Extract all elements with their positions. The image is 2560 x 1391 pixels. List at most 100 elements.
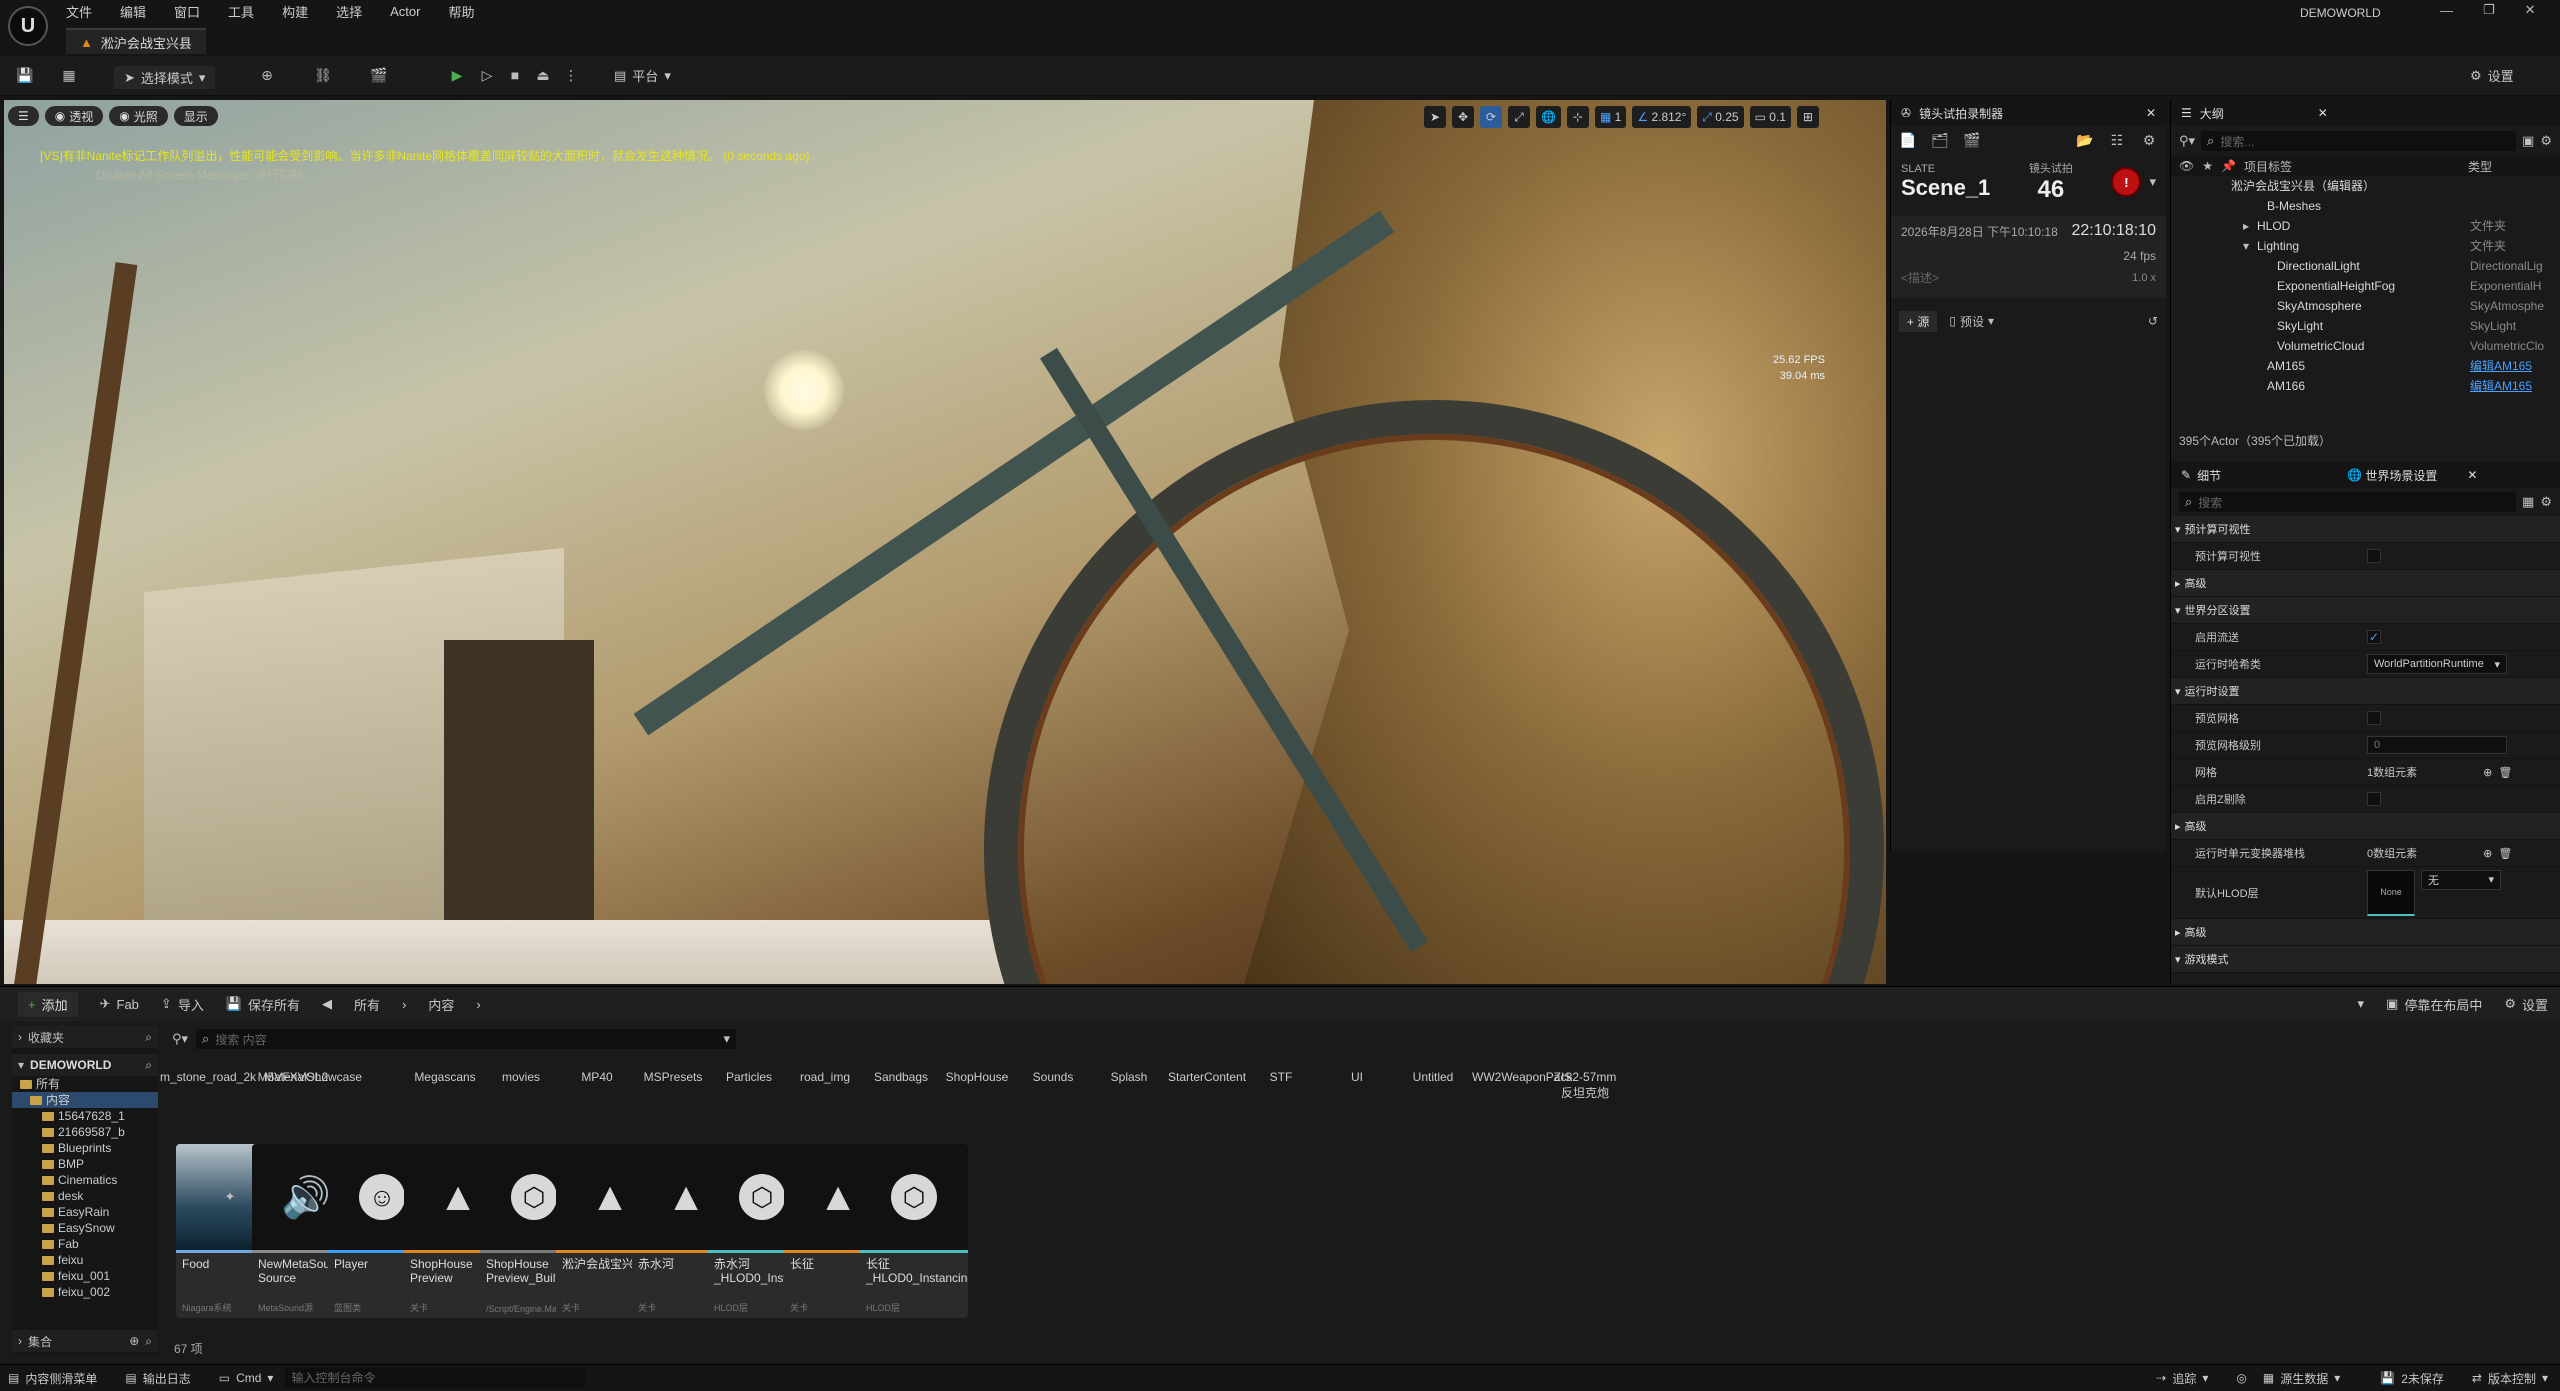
take-recorder-tab[interactable]: ✇ 镜头试拍录制器 ✕ [1891, 100, 2166, 126]
folder-item[interactable]: MP40 [560, 1070, 634, 1084]
folder-item[interactable]: Particles [712, 1070, 786, 1084]
stop-icon[interactable]: ■ [506, 66, 524, 84]
derived-data-button[interactable]: ▦ 源生数据 ▾ [2263, 1370, 2340, 1387]
history-back-icon[interactable]: ◀ [322, 996, 332, 1012]
details-search-input[interactable]: ⌕ 搜索 [2179, 492, 2517, 512]
gear-icon[interactable]: ⚙ [2540, 133, 2552, 149]
close-icon[interactable]: ✕ [2318, 106, 2328, 120]
cb-settings-button[interactable]: ⚙ 设置 [2504, 995, 2548, 1014]
details-category[interactable]: ▾ 运行时设置 [2171, 678, 2560, 705]
trace-button[interactable]: ⇢ 追踪 ▾ [2156, 1370, 2208, 1387]
search-icon[interactable]: ⌕ [145, 1058, 152, 1073]
folder-item[interactable]: Sandbags [864, 1070, 938, 1084]
folder-tree-item[interactable]: Blueprints [12, 1140, 158, 1156]
import-button[interactable]: ⇪ 导入 [161, 995, 204, 1014]
browse-icon[interactable]: ▦ [60, 66, 78, 84]
folder-item[interactable]: road_img [788, 1070, 862, 1084]
close-icon[interactable]: ✕ [2525, 2, 2536, 18]
review-icon[interactable]: 🗂 [1931, 131, 1949, 149]
outliner-row[interactable]: AM165 编辑AM165 [2171, 356, 2560, 376]
star-icon[interactable]: ★ [2202, 159, 2213, 173]
project-header[interactable]: DEMOWORLD [30, 1058, 111, 1072]
property-dropdown[interactable]: WorldPartitionRuntime ▾ [2367, 654, 2507, 674]
folder-item[interactable]: Sounds [1016, 1070, 1090, 1084]
folder-tree-item[interactable]: feixu [12, 1252, 158, 1268]
menu-window[interactable]: 窗口 [174, 2, 200, 21]
column-type[interactable]: 类型 [2468, 158, 2552, 175]
path-content[interactable]: 内容 [428, 995, 454, 1014]
add-source-button[interactable]: + 源 [1899, 310, 1938, 332]
add-collection-icon[interactable]: ⊕ [129, 1334, 139, 1348]
new-take-icon[interactable]: 📄 [1899, 131, 1917, 149]
chevron-down-icon[interactable]: ▾ [2243, 236, 2249, 256]
filter-icon[interactable]: ⚲▾ [2179, 133, 2195, 149]
outliner-row[interactable]: ExponentialHeightFog ExponentialH [2171, 276, 2560, 296]
outliner-row[interactable]: ▸ HLOD 文件夹 [2171, 216, 2560, 236]
folder-item[interactable]: ShopHouse [940, 1070, 1014, 1084]
asset-tile[interactable]: ⬡ 长征_HLOD0_Instancing HLOD层 [860, 1144, 968, 1318]
surface-snap-icon[interactable]: ⊹ [1566, 106, 1589, 128]
add-element-icon[interactable]: ⊕ [2483, 766, 2492, 779]
output-log-button[interactable]: ▤ 输出日志 [125, 1370, 190, 1387]
description-field[interactable]: <描述> [1901, 269, 1939, 286]
folder-tree-item[interactable]: 内容 [12, 1092, 158, 1108]
add-button[interactable]: + 添加 [18, 991, 78, 1017]
add-folder-icon[interactable]: ▣ [2522, 133, 2534, 149]
outliner-row-type[interactable]: 编辑AM165 [2470, 356, 2554, 376]
level-viewport[interactable] [4, 100, 1886, 984]
rotate-tool-icon[interactable]: ⟳ [1480, 106, 1502, 128]
folder-tree-item[interactable]: feixu_001 [12, 1268, 158, 1284]
perspective-button[interactable]: ◉ 透视 [44, 106, 104, 126]
gear-icon[interactable]: ⚙ [2540, 494, 2552, 510]
property-dropdown[interactable]: 无 ▾ [2421, 869, 2501, 890]
scale-tool-icon[interactable]: ⤢ [1508, 106, 1530, 128]
chevron-down-icon[interactable]: ▾ [2149, 174, 2156, 190]
rotation-snap-button[interactable]: ∠ 2.812° [1632, 106, 1692, 128]
folder-item[interactable]: WW2WeaponPack [1472, 1070, 1572, 1084]
camera-speed-button[interactable]: ▭ 0.1 [1749, 106, 1791, 128]
fab-button[interactable]: ✈ Fab [100, 996, 139, 1012]
lighting-button[interactable]: ◉ 光照 [109, 106, 168, 126]
world-icon[interactable]: 🌐 [1536, 106, 1561, 128]
menu-select[interactable]: 选择 [336, 2, 362, 21]
eject-icon[interactable]: ⏏ [534, 66, 552, 84]
cinematics-icon[interactable]: 🎬 [370, 66, 388, 84]
folder-tree-item[interactable]: 15647628_1 [12, 1108, 158, 1124]
cmd-select[interactable]: ▭ Cmd ▾ [219, 1371, 274, 1385]
checkbox[interactable] [2367, 792, 2381, 806]
settings-button[interactable]: ⚙ 设置 [2470, 66, 2514, 85]
details-category[interactable]: ▸ 高级 [2171, 919, 2560, 946]
delete-icon[interactable]: 🗑 [2498, 847, 2512, 860]
viewport-menu-button[interactable]: ☰ [8, 106, 39, 126]
menu-actor[interactable]: Actor [390, 4, 420, 19]
checkbox-checked[interactable]: ✓ [2367, 630, 2381, 644]
outliner-row[interactable]: DirectionalLight DirectionalLig [2171, 256, 2560, 276]
collections-header[interactable]: 集合 [28, 1333, 52, 1350]
step-icon[interactable]: ▷ [478, 66, 496, 84]
outliner-search-input[interactable]: ⌕ 搜索... [2201, 131, 2517, 151]
outliner-row-type[interactable]: 编辑AM165 [2470, 376, 2554, 396]
folder-item[interactable]: MaterialShowcase [258, 1070, 368, 1084]
menu-help[interactable]: 帮助 [448, 2, 474, 21]
outliner-row[interactable]: ▾ Lighting 文件夹 [2171, 236, 2560, 256]
hlod-thumbnail[interactable]: None [2367, 869, 2415, 916]
tree-icon[interactable]: ☷ [2108, 131, 2126, 149]
source-control-button[interactable]: ⇄ 版本控制 ▾ [2472, 1370, 2548, 1387]
preset-button[interactable]: ▯ 预设 ▾ [1949, 313, 1994, 330]
dock-button[interactable]: ▣ 停靠在布局中 [2386, 995, 2482, 1014]
unsaved-button[interactable]: 💾 2未保存 [2380, 1370, 2444, 1387]
checkbox[interactable] [2367, 549, 2381, 563]
folder-tree-item[interactable]: desk [12, 1188, 158, 1204]
details-category[interactable]: ▾ 游戏模式 [2171, 946, 2560, 973]
folder-tree-item[interactable]: feixu_002 [12, 1284, 158, 1300]
chevron-right-icon[interactable]: › [18, 1334, 22, 1348]
world-settings-tab[interactable]: 🌐 世界场景设置 [2347, 467, 2437, 484]
platforms-button[interactable]: ▤ 平台 ▾ [614, 66, 671, 85]
checkbox[interactable] [2367, 711, 2381, 725]
time-scale[interactable]: 1.0 x [2132, 272, 2156, 284]
record-button[interactable]: ! [2111, 167, 2142, 197]
details-category[interactable]: ▸ 高级 [2171, 813, 2560, 840]
menu-tools[interactable]: 工具 [228, 2, 254, 21]
outliner-row[interactable]: SkyLight SkyLight [2171, 316, 2560, 336]
gear-icon[interactable]: ⚙ [2140, 131, 2158, 149]
